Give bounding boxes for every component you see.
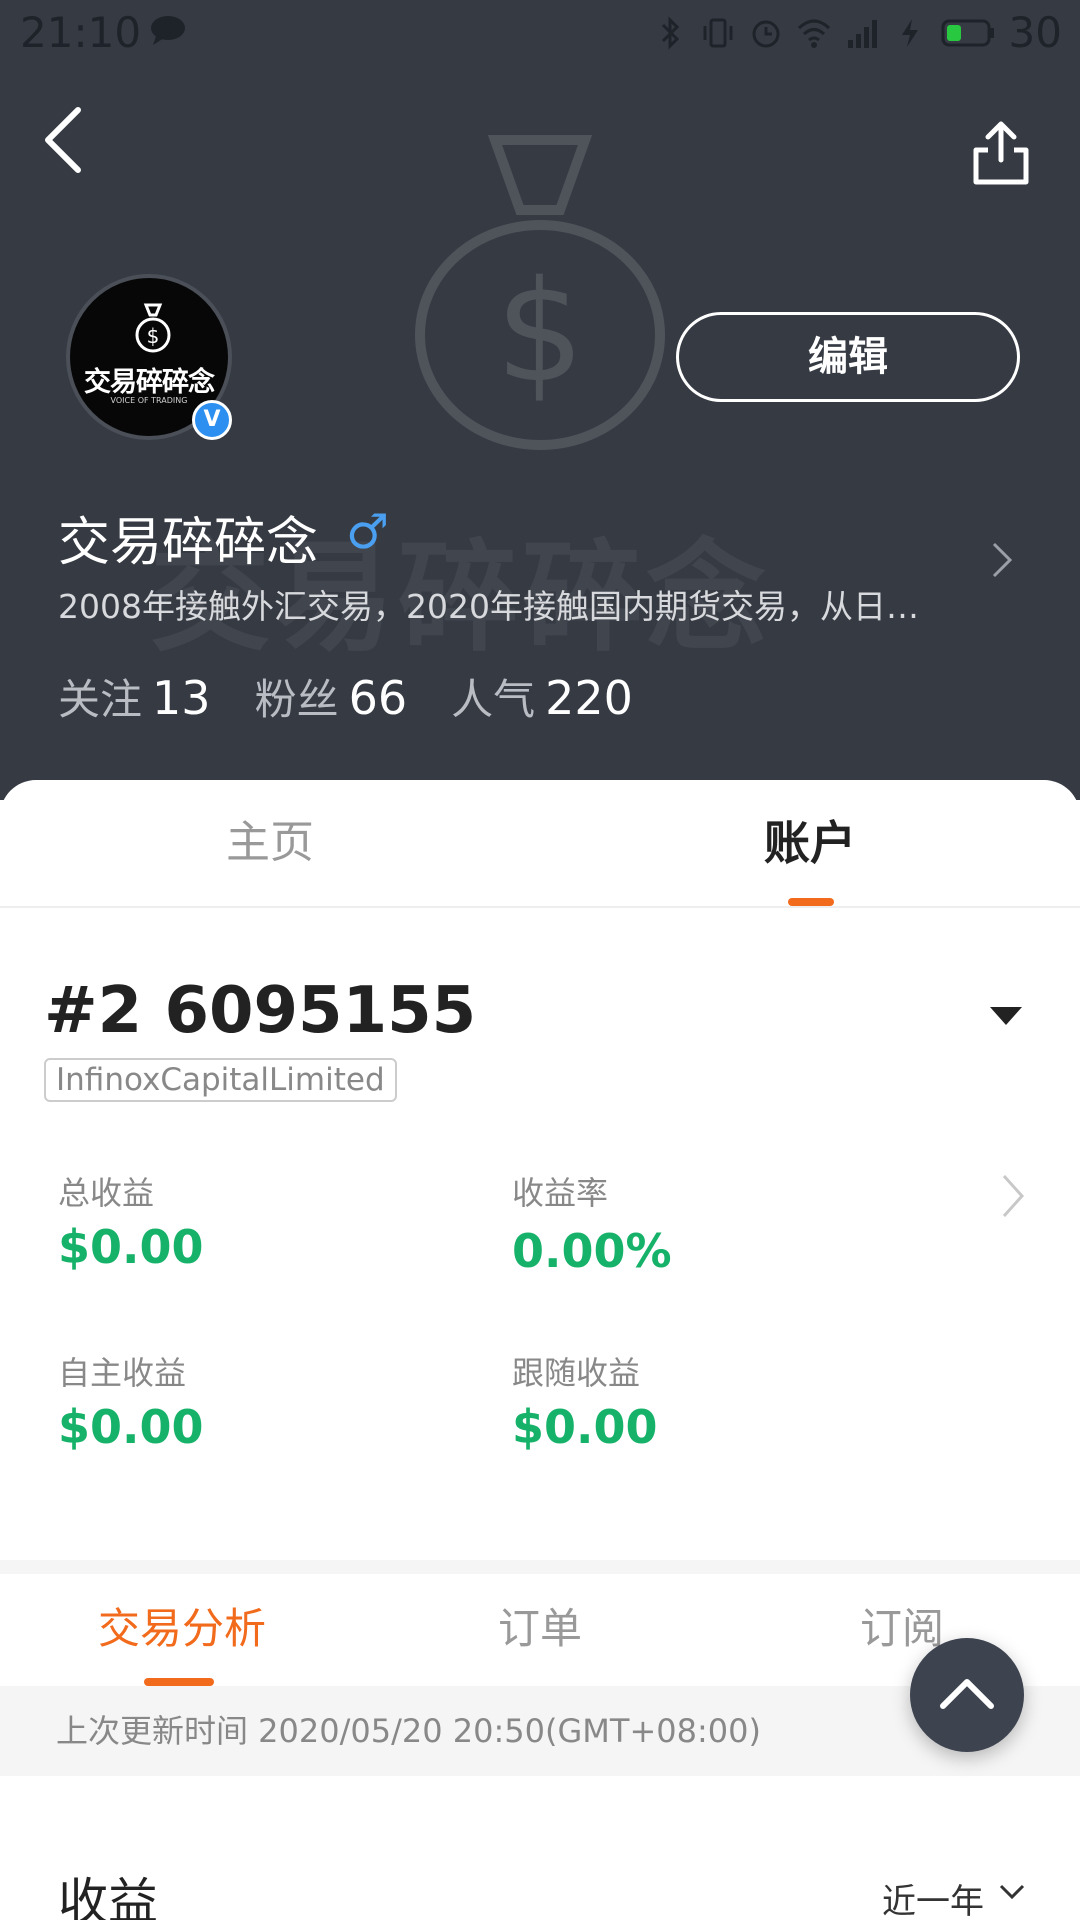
earnings-section-title: 收益 (58, 1873, 158, 1920)
metric-total-profit-value: $0.00 (58, 1220, 204, 1274)
vibrate-icon (703, 18, 733, 47)
signal-4g-icon (847, 19, 877, 48)
svg-text:$: $ (495, 251, 584, 414)
period-select[interactable]: 近一年 (882, 1874, 984, 1920)
metric-own-profit-value: $0.00 (58, 1400, 204, 1454)
stat-label: 关注 (58, 675, 143, 724)
money-bag-watermark-icon: $ (415, 135, 665, 450)
alarm-icon (752, 20, 780, 47)
dropdown-triangle-icon[interactable] (988, 1004, 1024, 1028)
chevron-up-icon (940, 1679, 994, 1709)
money-bag-icon: $ (135, 303, 171, 353)
username: 交易碎碎念 (58, 513, 319, 573)
active-tab-indicator (788, 898, 834, 906)
chevron-down-icon[interactable] (998, 1882, 1026, 1902)
profile-stats: 关注 13 粉丝 66 人气 220 (58, 666, 633, 727)
bluetooth-icon (661, 15, 679, 50)
account-number: #2 6095155 (44, 974, 477, 1048)
stat-followers[interactable]: 粉丝 66 (255, 666, 408, 727)
subtab-trade-analysis[interactable]: 交易分析 (98, 1574, 266, 1684)
tab-home[interactable]: 主页 (0, 780, 540, 906)
metric-total-profit-label: 总收益 (58, 1174, 155, 1212)
scroll-to-top-button[interactable] (910, 1638, 1024, 1752)
profile-page: $ 交易碎碎念 21:10 30 $ 交易碎碎念 VOICE OF TRADIN… (0, 0, 1080, 1920)
edit-profile-button[interactable]: 编辑 (676, 312, 1020, 402)
profile-bio: 2008年接触外汇交易，2020年接触国内期货交易，从日… (58, 587, 919, 626)
subtab-orders[interactable]: 订单 (498, 1574, 582, 1684)
metric-copy-profit-value: $0.00 (512, 1400, 658, 1454)
status-time: 21:10 (20, 8, 142, 57)
battery-icon (941, 19, 994, 46)
verified-badge-icon: V (192, 400, 232, 440)
stat-value: 13 (152, 671, 211, 725)
chat-icon (151, 16, 185, 45)
male-gender-icon: ♂ (346, 504, 390, 560)
battery-level: 30 (1008, 8, 1062, 57)
active-subtab-indicator (144, 1678, 214, 1686)
charging-icon (901, 18, 918, 47)
stat-following[interactable]: 关注 13 (58, 666, 211, 727)
status-bar: 21:10 30 (0, 0, 1080, 66)
metric-copy-profit-label: 跟随收益 (512, 1354, 641, 1392)
stat-popularity: 人气 220 (451, 666, 633, 727)
wifi-icon (797, 19, 830, 48)
status-icons: 30 (653, 8, 1062, 57)
chevron-right-icon[interactable] (1000, 1172, 1026, 1220)
stat-label: 人气 (451, 675, 536, 724)
svg-text:$: $ (147, 324, 160, 348)
metric-return-rate-label: 收益率 (512, 1174, 609, 1212)
broker-badge: InfinoxCapitalLimited (44, 1058, 397, 1102)
section-separator (0, 1560, 1080, 1574)
share-icon[interactable] (970, 118, 1032, 188)
stat-value: 220 (545, 671, 633, 725)
tab-divider (0, 906, 1080, 908)
metric-return-rate-value: 0.00% (512, 1224, 672, 1278)
chevron-right-icon[interactable] (990, 540, 1014, 580)
back-button[interactable] (36, 100, 96, 180)
tab-account[interactable]: 账户 (540, 780, 1080, 906)
avatar-logo-text: 交易碎碎念 (84, 367, 215, 398)
profile-header: $ 交易碎碎念 21:10 30 $ 交易碎碎念 VOICE OF TRADIN… (0, 0, 1080, 800)
stat-label: 粉丝 (254, 675, 339, 724)
metric-own-profit-label: 自主收益 (58, 1354, 187, 1392)
stat-value: 66 (348, 671, 408, 725)
